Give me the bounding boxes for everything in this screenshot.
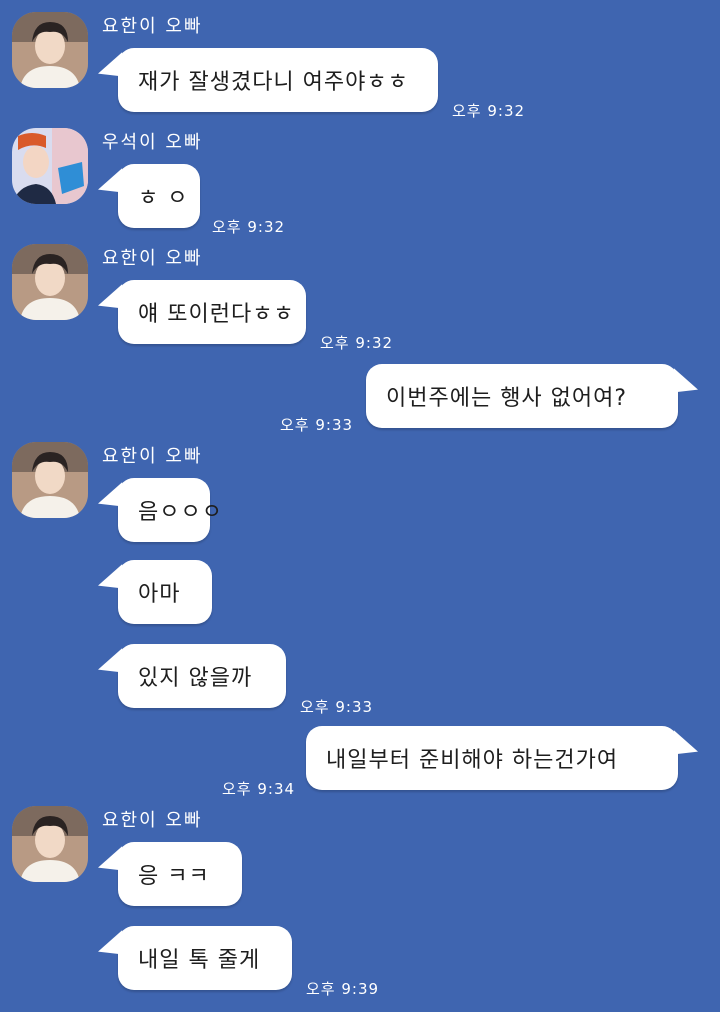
message-bubble[interactable]: 응 ㅋㅋ: [118, 842, 242, 906]
message-bubble[interactable]: ㅎ ㅇ: [118, 164, 200, 228]
message-time: 오후 9:32: [320, 334, 394, 352]
message-text: 응 ㅋㅋ: [138, 864, 210, 889]
message-bubble[interactable]: 아마: [118, 560, 212, 624]
message-bubble[interactable]: 내일 톡 줄게: [118, 926, 292, 990]
message-time: 오후 9:39: [306, 980, 380, 998]
message-time: 오후 9:33: [280, 416, 354, 434]
message-time: 오후 9:32: [212, 218, 286, 236]
sender-name: 요한이 오빠: [102, 810, 203, 831]
avatar-yohan[interactable]: [12, 806, 88, 882]
message-text: 아마: [138, 582, 181, 607]
sender-name: 우석이 오빠: [102, 132, 203, 153]
my-message-bubble[interactable]: 이번주에는 행사 없어여?: [366, 364, 678, 428]
message-text: 음ㅇㅇㅇ: [138, 500, 223, 525]
message-text: 있지 않을까: [138, 666, 253, 691]
message-bubble[interactable]: 얘 또이런다ㅎㅎ: [118, 280, 306, 344]
avatar-yohan[interactable]: [12, 12, 88, 88]
avatar-wooseok[interactable]: [12, 128, 88, 204]
message-text: 내일부터 준비해야 하는건가여: [326, 748, 619, 773]
message-time: 오후 9:33: [300, 698, 374, 716]
message-time: 오후 9:34: [222, 780, 296, 798]
message-time: 오후 9:32: [452, 102, 526, 120]
message-text: 내일 톡 줄게: [138, 948, 261, 973]
message-text: 얘 또이런다ㅎㅎ: [138, 302, 295, 327]
sender-name: 요한이 오빠: [102, 16, 203, 37]
avatar-yohan[interactable]: [12, 244, 88, 320]
message-bubble[interactable]: 있지 않을까: [118, 644, 286, 708]
message-text: 재가 잘생겼다니 여주야ㅎㅎ: [138, 70, 409, 95]
avatar-yohan[interactable]: [12, 442, 88, 518]
sender-name: 요한이 오빠: [102, 248, 203, 269]
sender-name: 요한이 오빠: [102, 446, 203, 467]
my-message-bubble[interactable]: 내일부터 준비해야 하는건가여: [306, 726, 678, 790]
message-bubble[interactable]: 재가 잘생겼다니 여주야ㅎㅎ: [118, 48, 438, 112]
message-text: ㅎ ㅇ: [138, 186, 189, 211]
chat-view[interactable]: 요한이 오빠 재가 잘생겼다니 여주야ㅎㅎ 오후 9:32 우석이 오빠 ㅎ ㅇ…: [0, 0, 720, 1012]
message-text: 이번주에는 행사 없어여?: [386, 386, 628, 411]
message-bubble[interactable]: 음ㅇㅇㅇ: [118, 478, 222, 542]
